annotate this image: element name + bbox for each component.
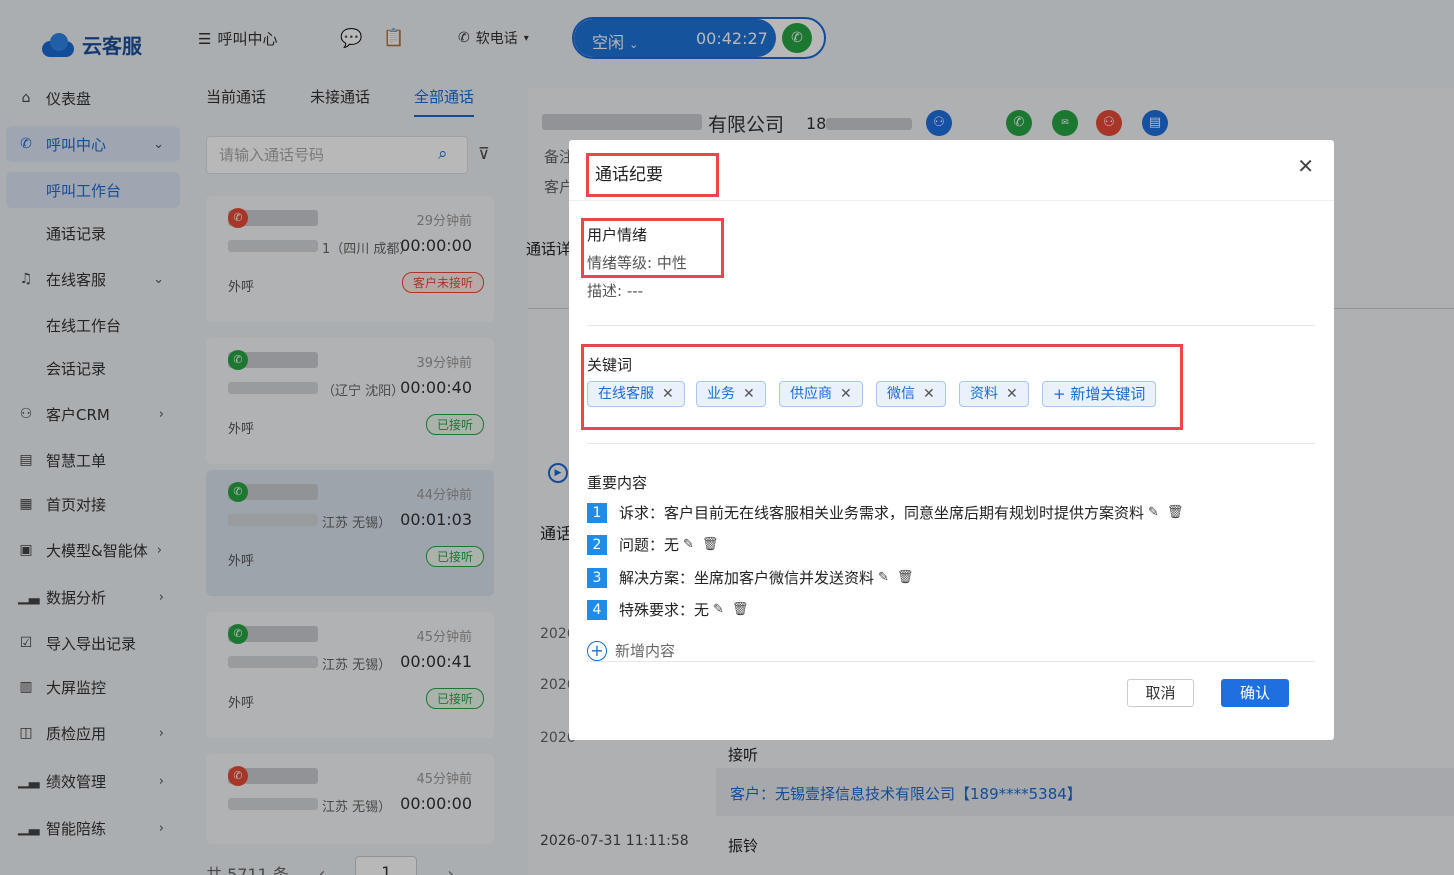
trash-icon[interactable]: 🗑	[897, 570, 914, 585]
content-item: 1 诉求：客户目前无在线客服相关业务需求，同意坐席后期有规划时提供方案资料 ✎ …	[587, 502, 1183, 523]
footer-divider	[587, 661, 1315, 662]
item-number: 3	[587, 567, 607, 588]
close-icon[interactable]: ✕	[743, 386, 755, 402]
section-divider	[587, 325, 1315, 326]
trash-icon[interactable]: 🗑	[1167, 505, 1184, 520]
close-icon[interactable]: ✕	[662, 386, 674, 402]
edit-icon[interactable]: ✎	[683, 537, 694, 552]
item-text: 特殊要求：无	[619, 601, 710, 619]
keyword-label: 供应商	[790, 386, 832, 402]
close-icon[interactable]: ✕	[1297, 154, 1314, 178]
content-item: 4 特殊要求：无 ✎ 🗑	[587, 599, 748, 620]
keyword-label: 资料	[970, 386, 998, 402]
add-content-label: 新增内容	[615, 642, 676, 660]
item-text: 诉求：客户目前无在线客服相关业务需求，同意坐席后期有规划时提供方案资料	[619, 504, 1145, 522]
close-icon[interactable]: ✕	[923, 386, 935, 402]
section-divider	[587, 443, 1315, 444]
call-summary-modal: 通话纪要 ✕ 用户情绪 情绪等级: 中性 描述: --- 关键词 在线客服 ✕ 业…	[569, 140, 1334, 740]
content-item: 3 解决方案：坐席加客户微信并发送资料 ✎ 🗑	[587, 567, 913, 588]
plus-circle-icon: +	[587, 640, 607, 661]
add-content-button[interactable]: + 新增内容	[587, 640, 675, 661]
keyword-tag[interactable]: 供应商 ✕	[779, 381, 863, 407]
add-keyword-button[interactable]: + 新增关键词	[1042, 381, 1157, 407]
edit-icon[interactable]: ✎	[1148, 505, 1159, 520]
emotion-description: 描述: ---	[587, 282, 644, 300]
close-icon[interactable]: ✕	[1006, 386, 1018, 402]
trash-icon[interactable]: 🗑	[702, 537, 719, 552]
edit-icon[interactable]: ✎	[878, 570, 889, 585]
item-text: 问题：无	[619, 536, 680, 554]
keyword-tag[interactable]: 业务 ✕	[696, 381, 766, 407]
keyword-tag[interactable]: 微信 ✕	[876, 381, 946, 407]
item-number: 4	[587, 599, 607, 620]
edit-icon[interactable]: ✎	[713, 602, 724, 617]
content-item: 2 问题：无 ✎ 🗑	[587, 534, 718, 555]
modal-divider	[569, 200, 1334, 201]
item-text: 解决方案：坐席加客户微信并发送资料	[619, 569, 875, 587]
cancel-button[interactable]: 取消	[1127, 679, 1194, 707]
keyword-tag[interactable]: 资料 ✕	[959, 381, 1029, 407]
keyword-label: 在线客服	[598, 386, 654, 402]
keyword-label: 业务	[707, 386, 735, 402]
highlight-box	[581, 218, 724, 278]
keyword-label: 微信	[887, 386, 915, 402]
confirm-button[interactable]: 确认	[1221, 679, 1289, 707]
item-number: 1	[587, 502, 607, 523]
item-number: 2	[587, 534, 607, 555]
important-content-title: 重要内容	[587, 474, 648, 492]
keyword-tag[interactable]: 在线客服 ✕	[587, 381, 685, 407]
highlight-box	[586, 153, 719, 197]
trash-icon[interactable]: 🗑	[732, 602, 749, 617]
close-icon[interactable]: ✕	[840, 386, 852, 402]
